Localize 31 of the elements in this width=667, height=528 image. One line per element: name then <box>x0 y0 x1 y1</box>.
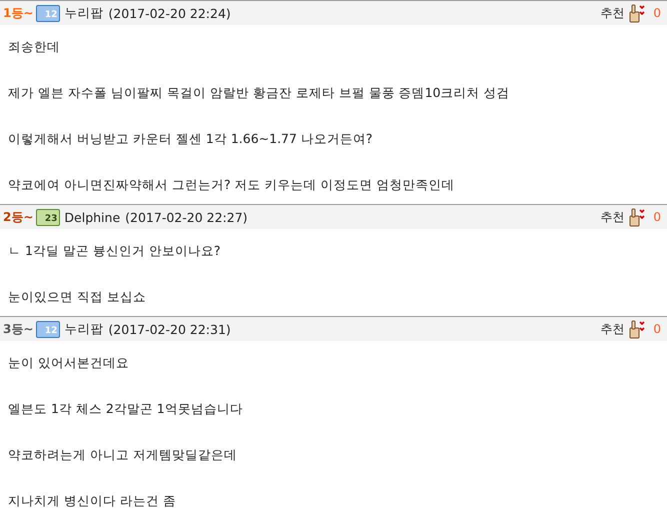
comment-text: 약코에여 아니면진짜약해서 그런는거? 저도 키우는데 이정도면 엄청만족인데 <box>8 176 456 194</box>
comment-text: 이렇게해서 버닝받고 카운터 젤센 1각 1.66~1.77 나오거든여? <box>8 130 374 148</box>
thumbs-up-icon[interactable] <box>629 3 648 23</box>
comment-date: (2017-02-20 22:24) <box>108 6 231 20</box>
recommend-count: 0 <box>653 210 661 224</box>
thumbs-up-icon[interactable] <box>629 319 648 339</box>
comment-text: 죄송한데 <box>8 38 61 56</box>
comment-date: (2017-02-20 22:31) <box>108 322 231 336</box>
author-name[interactable]: 누리팝 <box>64 320 104 338</box>
author-name[interactable]: 누리팝 <box>64 4 104 22</box>
author-name[interactable]: Delphine <box>64 210 120 224</box>
rank-label: 1등~ <box>3 4 34 22</box>
comment-text: 눈이 있어서본건데요 <box>8 354 130 372</box>
recommend-count: 0 <box>653 6 661 20</box>
recommend-count: 0 <box>653 322 661 336</box>
recommend-label: 추천 <box>600 4 624 22</box>
comment-text: 엘븐도 1각 체스 2각말곤 1억못넘습니다 <box>8 400 244 418</box>
recommend-label: 추천 <box>600 208 624 226</box>
rank-label: 3등~ <box>3 320 34 338</box>
rank-label: 2등~ <box>3 208 34 226</box>
recommend-label: 추천 <box>600 320 624 338</box>
thumbs-up-icon[interactable] <box>629 207 648 227</box>
comment-text: 약코하려는게 아니고 저게템맞딜같은데 <box>8 446 238 464</box>
level-badge: 23 <box>36 208 60 226</box>
comment-text: 눈이있으면 직접 보십쇼 <box>8 288 147 306</box>
level-badge: 12 <box>36 320 60 338</box>
level-badge: 12 <box>36 4 60 22</box>
comment-date: (2017-02-20 22:27) <box>125 210 248 224</box>
comment-text: ㄴ 1각딜 말곤 븅신인거 안보이나요? <box>8 242 222 260</box>
comment-text: 지나치게 병신이다 라는건 좀 <box>8 492 177 510</box>
comment-text: 제가 엘븐 자수폴 님이팔찌 목걸이 암랄반 황금잔 로제타 브펄 물풍 증뎀10크리처 성검 <box>8 84 511 102</box>
